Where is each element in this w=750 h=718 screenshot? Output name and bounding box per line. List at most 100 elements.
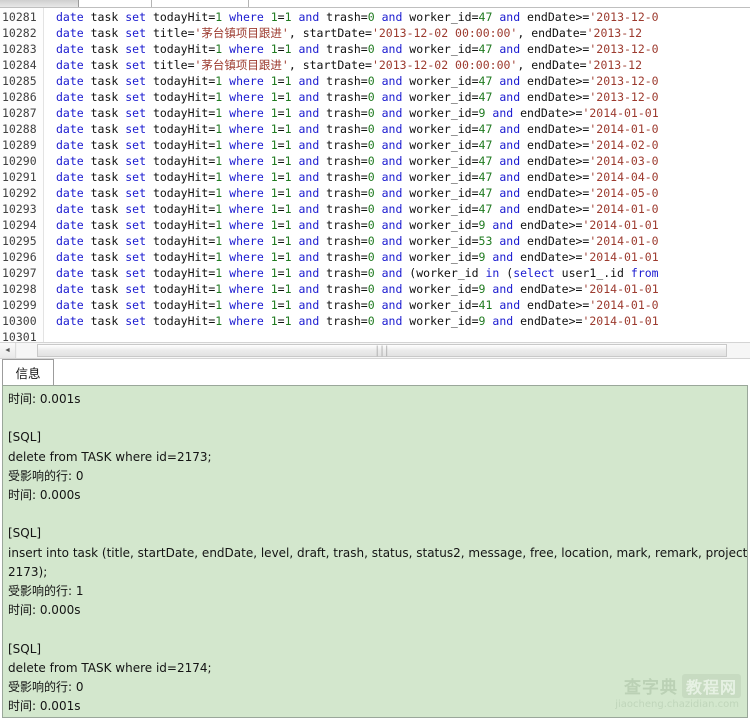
line-number: 10291 (2, 170, 37, 184)
sql-token: 1 (284, 282, 292, 296)
sql-line[interactable]: date task set todayHit=1 where 1=1 and t… (44, 265, 750, 281)
sql-line[interactable]: date task set todayHit=1 where 1=1 and t… (44, 153, 750, 169)
sql-token: set (125, 74, 147, 88)
sql-token: = (277, 266, 285, 280)
sql-token: set (125, 154, 147, 168)
sql-token: task (83, 298, 126, 312)
sql-line[interactable]: date task set todayHit=1 where 1=1 and t… (44, 9, 750, 25)
sql-token: user1_.id (554, 266, 631, 280)
sql-token: worker_id= (402, 234, 479, 248)
sql-token: and (298, 42, 320, 56)
sql-token: ( (499, 266, 514, 280)
sql-line[interactable]: date task set todayHit=1 where 1=1 and t… (44, 201, 750, 217)
sql-token: set (125, 10, 147, 24)
sql-token: 0 (367, 10, 375, 24)
sql-token: set (125, 26, 147, 40)
sql-line[interactable]: date task set todayHit=1 where 1=1 and t… (44, 169, 750, 185)
sql-token: , startDate= (288, 58, 372, 72)
line-number-gutter: 10281 10282 10283 10284 10285 10286 10287 10288… (0, 8, 44, 342)
sql-line[interactable]: date task set todayHit=1 where 1=1 and t… (44, 121, 750, 137)
sql-token: trash= (319, 314, 368, 328)
tab-info[interactable]: 信息 (2, 359, 54, 385)
scrollbar-thumb[interactable]: ||| (37, 344, 727, 357)
window-tab-active[interactable] (0, 0, 79, 7)
message-line: 时间: 0.000s (8, 603, 81, 618)
sql-token: date (56, 138, 84, 152)
sql-token: = (277, 154, 285, 168)
sql-token: todayHit= (146, 218, 216, 232)
sql-token: endDate>= (520, 138, 590, 152)
sql-line[interactable]: date task set todayHit=1 where 1=1 and t… (44, 89, 750, 105)
sql-code-area[interactable]: date task set todayHit=1 where 1=1 and t… (44, 8, 750, 342)
sql-line[interactable]: date task set todayHit=1 where 1=1 and t… (44, 41, 750, 57)
sql-token: '茅台镇项目跟进' (194, 58, 289, 72)
sql-token: '2014-01-0 (589, 234, 659, 248)
sql-token: 1 (270, 202, 278, 216)
sql-line[interactable]: date task set todayHit=1 where 1=1 and t… (44, 313, 750, 329)
sql-token: trash= (319, 170, 368, 184)
sql-token: endDate>= (513, 250, 583, 264)
scroll-left-arrow-icon[interactable]: ◄ (0, 343, 16, 358)
sql-token: worker_id= (402, 42, 479, 56)
sql-token: where (229, 298, 264, 312)
editor-horizontal-scrollbar[interactable]: ◄ ||| (0, 342, 750, 359)
sql-token: todayHit= (146, 298, 216, 312)
sql-token: endDate>= (513, 282, 583, 296)
sql-token: = (277, 42, 285, 56)
sql-token: trash= (319, 10, 368, 24)
window-tab-2[interactable] (79, 0, 152, 7)
output-message-panel[interactable]: 时间: 0.001s [SQL] delete from TASK where i… (2, 385, 748, 718)
sql-line[interactable]: date task set todayHit=1 where 1=1 and t… (44, 217, 750, 233)
sql-token: 0 (367, 106, 375, 120)
message-line: [SQL] (8, 526, 42, 541)
sql-line[interactable]: date task set todayHit=1 where 1=1 and t… (44, 297, 750, 313)
sql-token: and (298, 282, 320, 296)
sql-token: worker_id= (402, 218, 479, 232)
sql-line[interactable]: date task set todayHit=1 where 1=1 and t… (44, 185, 750, 201)
sql-token: where (229, 154, 264, 168)
sql-line[interactable]: date task set title='茅台镇项目跟进', startDate… (44, 57, 750, 73)
sql-token: trash= (319, 186, 368, 200)
sql-token: 1 (270, 314, 278, 328)
sql-line[interactable]: date task set todayHit=1 where 1=1 and t… (44, 73, 750, 89)
sql-token: 47 (478, 186, 493, 200)
sql-token: trash= (319, 106, 368, 120)
sql-token: 53 (478, 234, 493, 248)
sql-token: worker_id= (402, 90, 479, 104)
sql-token: 1 (284, 42, 292, 56)
sql-token: task (83, 74, 126, 88)
sql-token: (worker_id (402, 266, 486, 280)
sql-line[interactable]: date task set todayHit=1 where 1=1 and t… (44, 105, 750, 121)
sql-token: 1 (284, 218, 292, 232)
sql-token: todayHit= (146, 154, 216, 168)
sql-line[interactable]: date task set todayHit=1 where 1=1 and t… (44, 137, 750, 153)
line-number: 10288 (2, 122, 37, 136)
sql-token: worker_id= (402, 298, 479, 312)
sql-line[interactable]: date task set todayHit=1 where 1=1 and t… (44, 233, 750, 249)
window-tab-3[interactable] (152, 0, 249, 7)
sql-token: and (298, 250, 320, 264)
sql-token: '2014-01-01 (582, 282, 659, 296)
sql-token: set (125, 218, 147, 232)
sql-line[interactable]: date task set todayHit=1 where 1=1 and t… (44, 281, 750, 297)
sql-token: task (83, 218, 126, 232)
sql-line[interactable]: date task set todayHit=1 where 1=1 and t… (44, 249, 750, 265)
sql-token: set (125, 186, 147, 200)
message-line: [SQL] (8, 641, 42, 656)
sql-token: 1 (270, 282, 278, 296)
sql-editor[interactable]: 10281 10282 10283 10284 10285 10286 10287 10288… (0, 8, 750, 342)
sql-line[interactable]: date task set title='茅台镇项目跟进', startDate… (44, 25, 750, 41)
sql-token: trash= (319, 234, 368, 248)
sql-token: date (56, 10, 84, 24)
sql-line[interactable] (44, 329, 750, 342)
sql-token: worker_id= (402, 122, 479, 136)
